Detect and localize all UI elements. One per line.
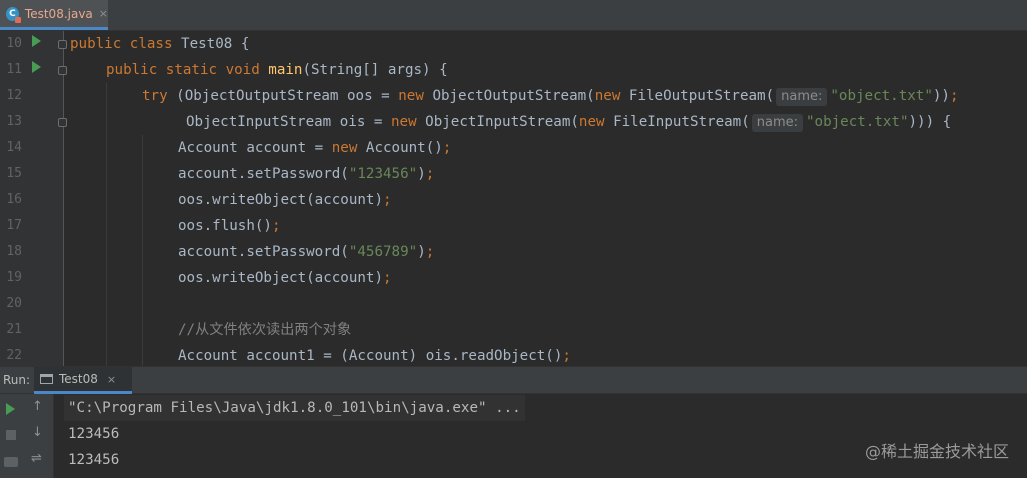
stop-icon[interactable]: [6, 430, 16, 440]
code-line-15: account.setPassword("123456");: [178, 161, 434, 187]
line-number: 19: [6, 270, 22, 285]
indent-guide: [106, 83, 107, 366]
line-number: 12: [6, 88, 22, 103]
close-icon[interactable]: ×: [107, 373, 116, 386]
parameter-hint: name:: [751, 114, 804, 132]
code-text: oos.flush(): [178, 218, 272, 234]
code-line-19: oos.writeObject(account);: [178, 265, 392, 291]
semicolon: ;: [949, 88, 959, 104]
keyword: public static void: [106, 62, 269, 78]
code-line-22: Account account1 = (Account) ois.readObj…: [178, 343, 571, 366]
code-text: oos.writeObject(account): [178, 270, 383, 286]
code-text: ObjectInputStream(: [425, 114, 579, 130]
editor-tab-bar: C Test08.java ×: [0, 0, 1027, 31]
watermark: @稀土掘金技术社区: [864, 442, 1009, 461]
keyword: try: [142, 88, 177, 104]
code-line-11: public static void main(String[] args) {: [106, 57, 448, 83]
run-panel-header: Run: Test08 ×: [0, 366, 1027, 394]
code-text: )): [932, 88, 950, 104]
line-number: 21: [6, 322, 22, 337]
code-text: FileInputStream(: [613, 114, 750, 130]
console-command-line: "C:\Program Files\Java\jdk1.8.0_101\bin\…: [64, 395, 525, 421]
code-text: Account(): [365, 140, 443, 156]
soft-wrap-icon[interactable]: ⇌: [31, 451, 42, 466]
code-text: Test08 {: [181, 36, 250, 52]
run-tab-label: Test08: [59, 372, 98, 386]
code-line-13: ObjectInputStream ois = new ObjectInputS…: [186, 109, 951, 135]
code-text: ))) {: [908, 114, 952, 130]
semicolon: ;: [383, 192, 392, 208]
code-text: FileOutputStream(: [628, 88, 775, 104]
method-name: main: [268, 62, 303, 78]
close-icon[interactable]: ×: [99, 7, 108, 20]
keyword: public class: [70, 36, 182, 52]
down-arrow-icon[interactable]: ↓: [32, 425, 43, 440]
line-number: 14: [6, 140, 22, 155]
keyword: new: [578, 114, 614, 130]
rerun-icon[interactable]: [6, 403, 15, 415]
run-tab-test08[interactable]: Test08 ×: [34, 367, 132, 394]
code-text: ObjectOutputStream(: [432, 88, 595, 104]
code-line-12: try (ObjectOutputStream oos = new Object…: [142, 83, 959, 109]
string-literal: "object.txt": [806, 114, 909, 130]
keyword: new: [398, 88, 433, 104]
code-line-17: oos.flush();: [178, 213, 281, 239]
semicolon: ;: [425, 166, 435, 182]
console-output[interactable]: "C:\Program Files\Java\jdk1.8.0_101\bin\…: [54, 394, 1027, 478]
indent-guide: [142, 135, 143, 366]
semicolon: ;: [271, 218, 281, 234]
run-class-icon[interactable]: [32, 35, 41, 47]
run-panel-title: Run:: [3, 373, 31, 387]
editor-tab-test08[interactable]: C Test08.java ×: [0, 0, 108, 30]
code-text: ObjectInputStream ois =: [186, 114, 391, 130]
dump-threads-icon[interactable]: [4, 457, 18, 467]
semicolon: ;: [425, 244, 435, 260]
keyword: new: [391, 114, 426, 130]
line-number: 13: [6, 114, 22, 129]
code-text: Account account1 = (Account) ois.readObj…: [178, 348, 563, 364]
code-text: ): [417, 244, 426, 260]
console-icon: [40, 374, 53, 384]
line-number: 11: [6, 62, 22, 77]
code-line-21-comment: //从文件依次读出两个对象: [178, 322, 352, 338]
code-line-14: Account account = new Account();: [178, 135, 451, 161]
run-toolbar: ↑ ↓ ⇌: [0, 394, 54, 478]
semicolon: ;: [442, 140, 452, 156]
parameter-hint: name:: [776, 88, 828, 106]
keyword: new: [594, 88, 629, 104]
editor-gutter: 10 11 12 13 14 15 16 17 18 19 20 21 22: [0, 31, 67, 366]
string-literal: "456789": [348, 244, 418, 260]
editor-tab-label: Test08.java: [24, 6, 93, 21]
string-literal: "123456": [348, 166, 418, 182]
code-line-18: account.setPassword("456789");: [178, 239, 434, 265]
java-class-icon: C: [6, 6, 21, 23]
code-text: oos.writeObject(account): [178, 192, 383, 208]
line-number: 18: [6, 244, 22, 259]
console-output-line: 123456: [68, 452, 120, 468]
line-number: 15: [6, 166, 22, 181]
code-text: ): [417, 166, 426, 182]
code-text: (ObjectOutputStream oos =: [176, 88, 399, 104]
code-text: account.setPassword(: [178, 244, 349, 260]
line-number: 17: [6, 218, 22, 233]
console-output-line: 123456: [68, 426, 120, 442]
code-editor[interactable]: public class Test08 { public static void…: [64, 31, 1027, 366]
up-arrow-icon[interactable]: ↑: [32, 399, 43, 414]
line-number: 20: [6, 296, 22, 311]
code-text: account.setPassword(: [178, 166, 349, 182]
code-text: Account account =: [178, 140, 332, 156]
keyword: new: [331, 140, 366, 156]
run-main-icon[interactable]: [32, 61, 41, 73]
code-text: (String[] args) {: [302, 62, 448, 78]
code-line-10: public class Test08 {: [70, 31, 249, 57]
line-number: 16: [6, 192, 22, 207]
semicolon: ;: [562, 348, 571, 364]
code-line-16: oos.writeObject(account);: [178, 187, 392, 213]
string-literal: "object.txt": [830, 88, 933, 104]
semicolon: ;: [383, 270, 392, 286]
line-number: 10: [6, 36, 22, 51]
